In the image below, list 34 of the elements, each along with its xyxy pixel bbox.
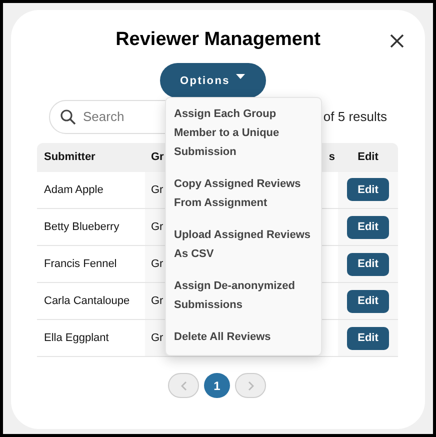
table-cell: Ella Eggplant [44,332,109,344]
table-cell: Carla Cantaloupe [44,294,130,307]
edit-button[interactable]: Edit [347,290,389,312]
edit-button[interactable]: Edit [347,326,389,350]
chevron-right-icon [248,380,254,390]
options-button[interactable]: Options [160,62,266,98]
column-header: Submitter [44,150,96,163]
menu-item[interactable]: Upload Assigned Reviews As CSV [174,226,313,264]
column-header: Gr [151,150,164,163]
previous-page-button[interactable] [168,373,199,398]
close-icon [390,34,404,48]
table-cell: Adam Apple [44,184,104,196]
table-cell: Betty Blueberry [44,220,120,233]
menu-item[interactable]: Delete All Reviews [174,328,313,347]
edit-button[interactable]: Edit [347,178,389,202]
table-cell: Gr [151,220,164,233]
menu-item[interactable]: Copy Assigned Reviews From Assignment [174,175,313,213]
column-header: s [328,150,335,163]
next-page-button[interactable] [235,373,266,398]
edit-button[interactable]: Edit [347,252,389,276]
page-button[interactable]: 1 [204,373,230,398]
table-cell: Francis Fennel [44,258,117,270]
table-cell: Gr [151,258,164,270]
table-cell: Gr [151,332,164,344]
chevron-left-icon [180,380,186,390]
edit-button[interactable]: Edit [347,216,389,238]
dialog-title: Reviewer Management [116,28,320,52]
results-count: of 5 results [323,108,387,126]
menu-item[interactable]: Assign De-anonymized Submissions [174,277,313,315]
caret-icon [236,74,245,80]
column-header: Edit [358,150,378,163]
table-cell: Gr [151,294,164,307]
table-cell: Gr [151,184,164,196]
search-icon [60,108,76,124]
